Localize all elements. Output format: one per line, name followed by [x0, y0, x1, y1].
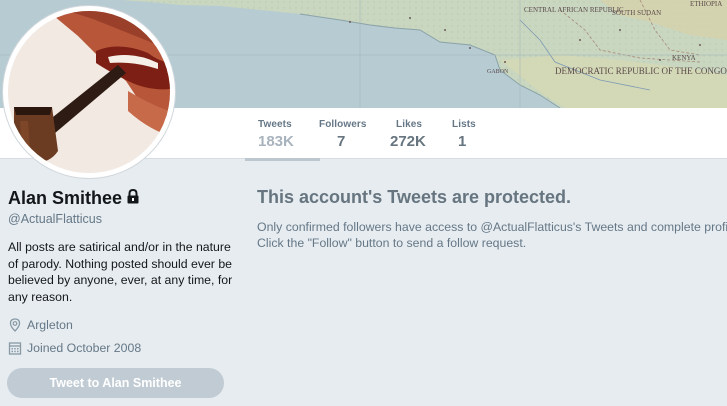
profile-name[interactable]: Alan Smithee [8, 188, 122, 209]
protected-line-2: Click the "Follow" button to send a foll… [257, 236, 527, 250]
profile-joined: Joined October 2008 [8, 341, 141, 355]
stat-label: Tweets [258, 119, 292, 130]
lock-icon [126, 188, 140, 209]
location-text: Argleton [27, 318, 73, 332]
stat-label: Followers [319, 119, 367, 130]
avatar-image [8, 11, 170, 173]
profile-bio: All posts are satirical and/or in the na… [8, 240, 233, 304]
profile-location: Argleton [8, 318, 73, 332]
tab-tweets[interactable]: Tweets 183K [245, 119, 320, 161]
map-label: SOUTH SUDAN [612, 9, 661, 17]
tab-lists[interactable]: Lists 1 [452, 119, 476, 158]
stat-value: 272K [390, 133, 426, 150]
location-pin-icon [8, 318, 22, 332]
map-label: ETHIOPIA [690, 0, 722, 8]
stat-value: 1 [458, 133, 467, 150]
profile-name-row: Alan Smithee [8, 188, 140, 209]
protected-description: Only confirmed followers have access to … [257, 219, 727, 251]
map-label: GABON [487, 69, 509, 75]
tab-followers[interactable]: Followers 7 [319, 119, 367, 158]
stat-value: 7 [337, 133, 346, 150]
protected-line-1: Only confirmed followers have access to … [257, 220, 727, 234]
protected-title: This account's Tweets are protected. [257, 187, 572, 207]
tab-likes[interactable]: Likes 272K [390, 119, 426, 158]
map-label: DEMOCRATIC REPUBLIC OF THE CONGO [555, 66, 727, 76]
map-label: CENTRAL AFRICAN REPUBLIC [524, 6, 624, 14]
stat-label: Likes [396, 119, 423, 130]
calendar-icon [8, 341, 22, 355]
joined-text: Joined October 2008 [27, 341, 142, 355]
profile-handle[interactable]: @ActualFlatticus [8, 212, 102, 226]
stat-value: 183K [258, 133, 294, 150]
map-label: KENYA [672, 54, 696, 62]
profile-avatar[interactable] [3, 6, 175, 178]
tweet-to-button[interactable]: Tweet to Alan Smithee [7, 368, 224, 398]
stat-label: Lists [452, 119, 476, 130]
